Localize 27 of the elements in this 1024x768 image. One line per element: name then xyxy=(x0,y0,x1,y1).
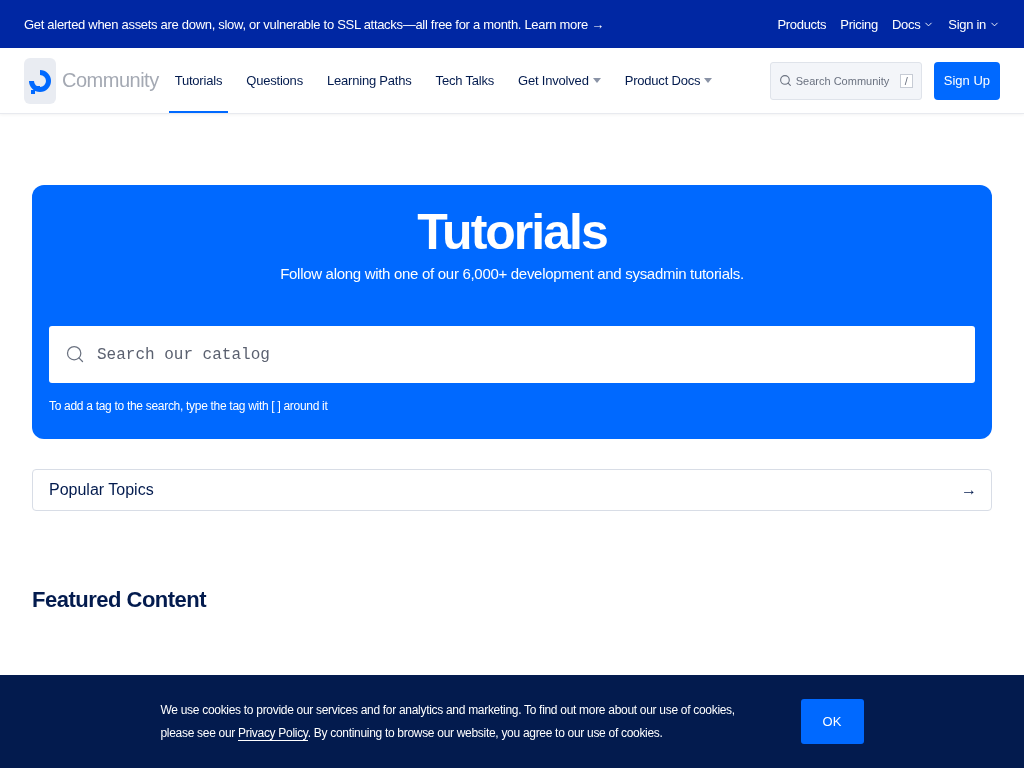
popular-topics-link[interactable]: Popular Topics → xyxy=(32,469,992,511)
top-link[interactable]: Products xyxy=(777,16,827,32)
search-hint: To add a tag to the search, type the tag with [ ] around it xyxy=(49,399,328,413)
shortcut-key: / xyxy=(899,73,913,88)
cookie-notice: We use cookies to provide our services and for analytics and marketing. To find out more about our use of cookies, please see our Privacy Policy. By continuing to browse our website, you agree to our use of cookies. xyxy=(160,701,736,743)
privacy-policy-link[interactable]: Privacy Policy xyxy=(238,725,308,741)
top-link[interactable]: Docs xyxy=(891,16,935,32)
sign-up-button[interactable]: Sign Up xyxy=(933,61,1000,100)
nav-tab[interactable]: Product Docs xyxy=(618,48,719,113)
top-link[interactable]: Sign in xyxy=(948,16,1000,32)
search-placeholder: Search Community xyxy=(795,74,890,87)
logo-icon xyxy=(24,57,56,104)
hero-title: Tutorials xyxy=(417,203,607,261)
search-icon xyxy=(65,344,85,364)
catalog-search-field[interactable]: Search our catalog xyxy=(49,326,975,383)
section-heading: Featured Content xyxy=(32,587,208,613)
search-icon xyxy=(778,74,792,87)
nav-tab[interactable]: Get Involved xyxy=(512,48,607,113)
nav-tab[interactable]: Learning Paths xyxy=(320,48,418,113)
search-field[interactable]: Search Community / xyxy=(769,61,922,100)
nav-tab[interactable]: Tutorials xyxy=(168,48,229,113)
nav-tab[interactable]: Questions xyxy=(240,48,309,113)
ok-button[interactable]: OK xyxy=(800,699,864,744)
hero-subtitle: Follow along with one of our 6,000+ development and sysadmin tutorials. xyxy=(280,265,744,282)
nav-tab[interactable]: Tech Talks xyxy=(429,48,501,113)
announcement-link[interactable]: Get alerted when assets are down, slow, or vulnerable to SSL attacks—all free for a month. Learn more → xyxy=(24,16,604,32)
top-link[interactable]: Pricing xyxy=(840,16,878,32)
